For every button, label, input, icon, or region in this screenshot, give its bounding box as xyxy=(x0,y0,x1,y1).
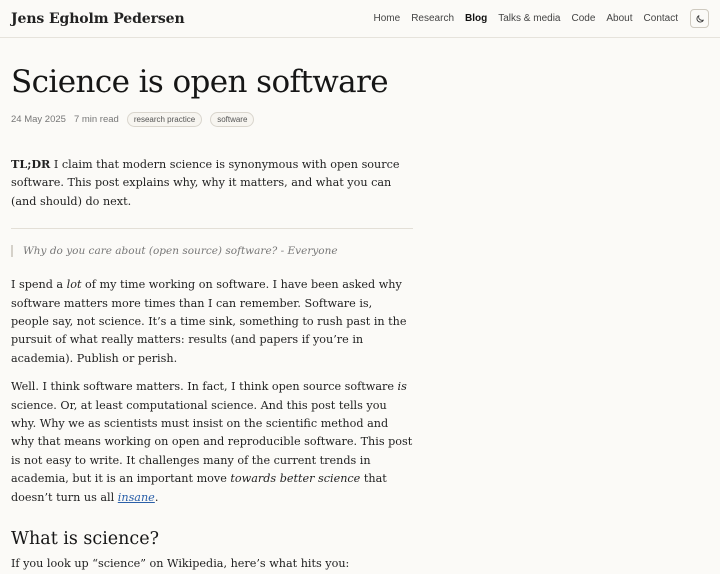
tag-research-practice[interactable]: research practice xyxy=(126,112,203,127)
tldr-paragraph: TL;DR I claim that modern science is syn… xyxy=(11,155,413,211)
p1-text-a: I spend a xyxy=(11,278,67,292)
theme-toggle-button[interactable] xyxy=(690,9,709,28)
site-header: Jens Egholm Pedersen Home Research Blog … xyxy=(0,0,720,38)
tldr-text: I claim that modern science is synonymou… xyxy=(11,158,400,208)
nav-research[interactable]: Research xyxy=(411,13,454,24)
main-nav: Home Research Blog Talks & media Code Ab… xyxy=(363,9,709,28)
article-title: Science is open software xyxy=(11,64,389,100)
p2-text-a: Well. I think software matters. In fact,… xyxy=(11,380,398,394)
nav-home[interactable]: Home xyxy=(374,13,401,24)
quote: Why do you care about (open source) soft… xyxy=(11,245,413,258)
paragraph-2: Well. I think software matters. In fact,… xyxy=(11,378,413,507)
p2-text-d: . xyxy=(154,490,159,504)
nav-code[interactable]: Code xyxy=(571,13,595,24)
site-title[interactable]: Jens Egholm Pedersen xyxy=(11,11,185,27)
tag-software[interactable]: software xyxy=(210,112,255,127)
paragraph-1: I spend a lot of my time working on soft… xyxy=(11,276,413,368)
tldr-label: TL;DR xyxy=(11,157,51,171)
p2-emphasis-2: towards better science xyxy=(230,472,361,486)
nav-about[interactable]: About xyxy=(606,13,632,24)
divider xyxy=(11,228,413,230)
paragraph-3: If you look up “science” on Wikipedia, h… xyxy=(11,557,350,571)
section-heading: What is science? xyxy=(11,529,159,550)
nav-talks-media[interactable]: Talks & media xyxy=(498,13,560,24)
article: Science is open software 24 May 2025 7 m… xyxy=(0,64,413,574)
read-time: 7 min read xyxy=(73,114,119,125)
article-date: 24 May 2025 xyxy=(11,114,66,125)
p1-emphasis: lot xyxy=(66,278,82,292)
p2-emphasis: is xyxy=(397,380,407,394)
article-meta: 24 May 2025 7 min read research practice… xyxy=(11,112,413,127)
moon-icon xyxy=(696,14,704,22)
insane-link[interactable]: insane xyxy=(118,491,155,504)
nav-blog[interactable]: Blog xyxy=(465,13,487,24)
nav-contact[interactable]: Contact xyxy=(644,13,678,24)
